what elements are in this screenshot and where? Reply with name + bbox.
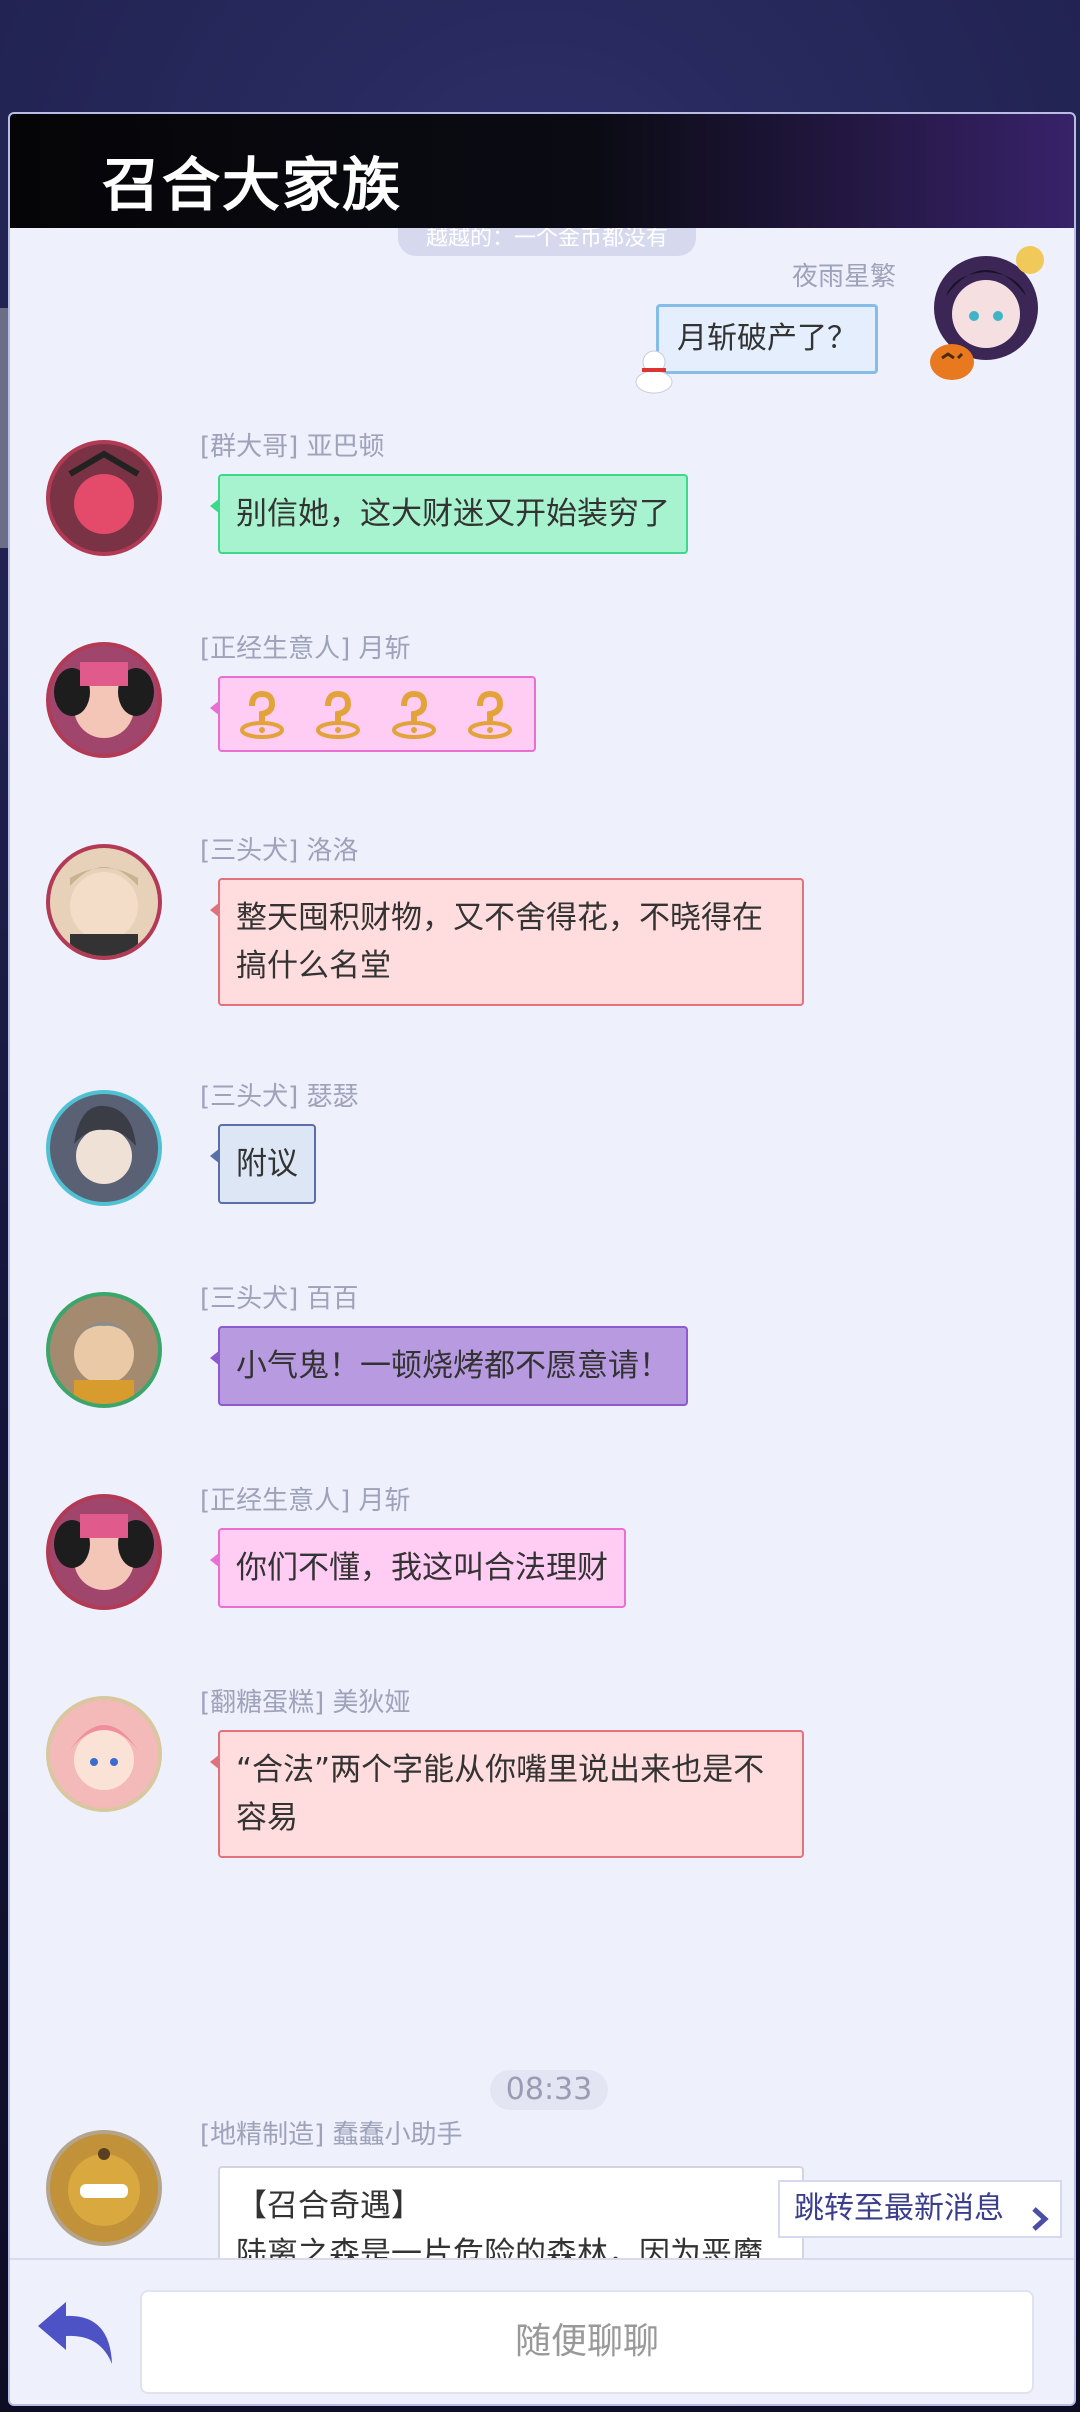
message-bubble[interactable]: 你们不懂，我这叫合法理财 bbox=[210, 1528, 626, 1608]
chat-panel: 召合大家族 越越的：一个金币都没有 夜雨星繁 月斩破产了？ [群大哥] 亚巴顿 … bbox=[8, 112, 1076, 2406]
my-message-text: 月斩破产了？ bbox=[677, 321, 857, 356]
page-title: 召合大家族 bbox=[102, 151, 403, 219]
chat-input[interactable]: 随便聊聊 bbox=[140, 2290, 1034, 2394]
question-sticker-icon bbox=[388, 688, 440, 740]
avatar[interactable] bbox=[46, 1494, 162, 1610]
avatar[interactable] bbox=[46, 1696, 162, 1812]
sender-name: [群大哥] 亚巴顿 bbox=[200, 432, 385, 462]
message-text: 你们不懂，我这叫合法理财 bbox=[236, 1550, 608, 1586]
avatar[interactable] bbox=[46, 642, 162, 758]
chat-list[interactable]: 夜雨星繁 月斩破产了？ [群大哥] 亚巴顿 别信她，这大财迷又开始装穷了 [正经… bbox=[10, 244, 1074, 2344]
question-sticker-icon bbox=[464, 688, 516, 740]
snowman-decoration-icon bbox=[632, 348, 676, 394]
question-sticker-icon bbox=[312, 688, 364, 740]
my-message-bubble[interactable]: 月斩破产了？ bbox=[656, 304, 878, 374]
jump-to-latest-button[interactable]: 跳转至最新消息 bbox=[778, 2180, 1062, 2238]
input-bar: 随便聊聊 bbox=[10, 2258, 1074, 2404]
sender-name: [翻糖蛋糕] 美狄娅 bbox=[200, 1688, 411, 1718]
header: 召合大家族 bbox=[10, 114, 1074, 228]
message-row: [翻糖蛋糕] 美狄娅 “合法”两个字能从你嘴里说出来也是不容易 bbox=[10, 1682, 1074, 1882]
avatar[interactable] bbox=[46, 440, 162, 556]
message-text: 附议 bbox=[236, 1146, 298, 1182]
my-name: 夜雨星繁 bbox=[791, 262, 896, 292]
message-text: “合法”两个字能从你嘴里说出来也是不容易 bbox=[236, 1752, 765, 1836]
message-row: [正经生意人] 月斩 bbox=[10, 628, 1074, 778]
avatar[interactable] bbox=[46, 844, 162, 960]
message-text: 整天囤积财物，又不舍得花，不晓得在搞什么名堂 bbox=[236, 900, 763, 984]
my-message-row: 夜雨星繁 月斩破产了？ bbox=[10, 244, 1074, 394]
message-bubble[interactable]: 别信她，这大财迷又开始装穷了 bbox=[210, 474, 688, 554]
jump-to-latest-label: 跳转至最新消息 bbox=[794, 2191, 1004, 2226]
message-row: [三头犬] 百百 小气鬼！一顿烧烤都不愿意请！ bbox=[10, 1278, 1074, 1428]
timestamp-pill: 08:33 bbox=[490, 2070, 608, 2110]
chevron-right-icon bbox=[1030, 2196, 1050, 2250]
message-text: 小气鬼！一顿烧烤都不愿意请！ bbox=[236, 1348, 670, 1384]
question-sticker-icon bbox=[236, 688, 288, 740]
avatar[interactable] bbox=[46, 1292, 162, 1408]
sender-name: [正经生意人] 月斩 bbox=[200, 634, 411, 664]
avatar[interactable] bbox=[46, 1090, 162, 1206]
system-message-title: 【召合奇遇】 bbox=[236, 2188, 422, 2224]
message-row: [群大哥] 亚巴顿 别信她，这大财迷又开始装穷了 bbox=[10, 426, 1074, 576]
message-row: [三头犬] 瑟瑟 附议 bbox=[10, 1076, 1074, 1226]
sender-name: [三头犬] 洛洛 bbox=[200, 836, 359, 866]
message-bubble[interactable]: 附议 bbox=[210, 1124, 316, 1204]
message-bubble[interactable]: 整天囤积财物，又不舍得花，不晓得在搞什么名堂 bbox=[210, 878, 804, 1006]
message-bubble[interactable]: “合法”两个字能从你嘴里说出来也是不容易 bbox=[210, 1730, 804, 1858]
sender-name: [地精制造] 蠢蠢小助手 bbox=[200, 2120, 463, 2150]
back-arrow-icon[interactable] bbox=[34, 2296, 118, 2370]
sender-name: [三头犬] 瑟瑟 bbox=[200, 1082, 359, 1112]
message-row: [三头犬] 洛洛 整天囤积财物，又不舍得花，不晓得在搞什么名堂 bbox=[10, 830, 1074, 1030]
message-bubble[interactable] bbox=[210, 676, 536, 752]
avatar[interactable] bbox=[46, 2130, 162, 2246]
message-row: [正经生意人] 月斩 你们不懂，我这叫合法理财 bbox=[10, 1480, 1074, 1630]
message-text: 别信她，这大财迷又开始装穷了 bbox=[236, 496, 670, 532]
sender-name: [三头犬] 百百 bbox=[200, 1284, 359, 1314]
sender-name: [正经生意人] 月斩 bbox=[200, 1486, 411, 1516]
my-avatar[interactable] bbox=[922, 244, 1050, 384]
message-bubble[interactable]: 小气鬼！一顿烧烤都不愿意请！ bbox=[210, 1326, 688, 1406]
